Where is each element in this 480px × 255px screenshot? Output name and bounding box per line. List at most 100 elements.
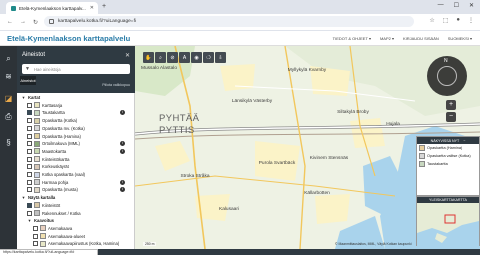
layer-checkbox[interactable] <box>27 156 32 162</box>
download-tool-icon[interactable]: ⇩ <box>215 52 226 63</box>
layer-checkbox[interactable] <box>27 125 32 131</box>
layer-label: Rakennukset / Kotka <box>42 210 81 216</box>
layer-label: Ortoilmakuva (MML) <box>42 141 80 147</box>
menu-dots-icon[interactable]: ⋮ <box>468 17 474 24</box>
layer-item[interactable]: Opaskartta (Kotka) <box>27 117 131 124</box>
pan-tool-icon[interactable]: ✋ <box>143 52 154 63</box>
layer-item[interactable]: Rakennukset / Kotka <box>27 210 131 217</box>
layer-item[interactable]: Karttasarja <box>27 102 131 109</box>
layer-checkbox[interactable] <box>33 225 38 231</box>
map-navigation-control[interactable]: N <box>427 56 467 96</box>
browser-tab[interactable]: Etelä-Kymenlaakson karttapalv... ✕ <box>6 2 98 14</box>
layer-item[interactable]: Opaskartta (musta) i <box>27 186 131 193</box>
layers-icon[interactable]: ≋ <box>4 72 13 81</box>
layer-checkbox[interactable] <box>27 164 32 170</box>
layer-list: ▾ Kartat Karttasarja Taustakartta i Opaskartt… <box>17 94 135 249</box>
menu-kieli[interactable]: SUOMEKSI ▾ <box>448 36 472 41</box>
close-window-button[interactable]: ✕ <box>469 2 474 9</box>
minimize-button[interactable]: — <box>438 2 444 9</box>
print-icon[interactable]: ⎙ <box>4 112 13 121</box>
layer-checkbox[interactable] <box>27 172 32 177</box>
visible-layer-row[interactable]: Opaskartta (Hamina) <box>417 144 479 152</box>
info-icon[interactable]: i <box>120 148 125 154</box>
info-icon[interactable]: i <box>120 141 125 147</box>
header-menu: TIEDOT & OHJEET ▾ MAP2 ▾ KIRJAUDU SISÄÄN… <box>333 36 472 41</box>
area-tool-icon[interactable]: ❍ <box>203 52 214 63</box>
visible-layer-label: Taustakartta <box>427 162 448 166</box>
layer-group-16[interactable]: ▾ Kaavoitus <box>27 217 131 224</box>
layer-checkbox[interactable] <box>27 187 32 193</box>
visible-layer-row[interactable]: Taustakartta <box>417 160 479 168</box>
back-button[interactable]: ← <box>7 19 13 25</box>
forward-button[interactable]: → <box>20 19 26 25</box>
info-icon[interactable]: i <box>120 110 125 116</box>
layer-item[interactable]: Maastokartta i <box>27 148 131 155</box>
close-tab-icon[interactable]: ✕ <box>90 5 94 11</box>
layer-item[interactable]: Harmaa pohja i <box>27 179 131 186</box>
visible-layer-label: Opaskartta (Hamina) <box>427 146 463 150</box>
info-icon[interactable]: i <box>120 179 125 185</box>
url-field[interactable]: karttapalvelu.kotka.fi/?uiLanguage=fi <box>44 16 414 27</box>
layer-checkbox[interactable] <box>27 210 32 216</box>
overview-map[interactable]: YLEISKARTTAKARTTA <box>416 196 480 246</box>
chevron-down-icon[interactable]: ▾ <box>21 195 26 201</box>
measure-tool-icon[interactable]: ⊘ <box>167 52 178 63</box>
reload-button[interactable]: ↻ <box>33 19 38 26</box>
layer-group-0[interactable]: ▾ Kartat <box>21 94 131 101</box>
layer-checkbox[interactable] <box>27 148 32 154</box>
layer-checkbox[interactable] <box>27 202 32 208</box>
menu-map2[interactable]: MAP2 ▾ <box>380 36 394 41</box>
panel-close-icon[interactable]: ✕ <box>125 52 130 59</box>
new-tab-button[interactable]: + <box>102 3 106 10</box>
layer-label: Asemakaavapiirustus (Kotka, Hamina) <box>48 241 120 247</box>
menu-kirjaudu[interactable]: KIRJAUDU SISÄÄN <box>403 36 439 41</box>
visible-layer-row[interactable]: Opaskartta valitse (Kotka) <box>417 152 479 160</box>
layer-item[interactable]: Kiinteistökartta <box>27 156 131 163</box>
layer-search-input[interactable]: ▼ Hae aineistoja <box>22 64 130 74</box>
layer-checkbox[interactable] <box>33 233 38 239</box>
layer-item[interactable]: Kiinteistöt <box>27 202 131 209</box>
layer-checkbox[interactable] <box>27 141 32 147</box>
collapse-icon[interactable]: − <box>463 139 465 143</box>
layer-item[interactable]: Opaskartta (Hamina) <box>27 133 131 140</box>
layer-item[interactable]: Korkeuskäyrät <box>27 163 131 170</box>
compass-ring-icon[interactable] <box>437 66 457 86</box>
layer-item[interactable]: Taustakartta i <box>27 109 131 116</box>
chevron-down-icon[interactable]: ▾ <box>27 218 32 224</box>
profile-icon[interactable]: ● <box>456 17 460 24</box>
chevron-down-icon[interactable]: ▾ <box>21 95 26 101</box>
layer-item[interactable]: Asemakaavapiirustus (Kotka, Hamina) <box>33 240 131 247</box>
layer-checkbox[interactable] <box>27 118 32 124</box>
zoom-tool-icon[interactable]: ⌕ <box>155 52 166 63</box>
menu-tiedot-ohjeet[interactable]: TIEDOT & OHJEET ▾ <box>333 36 371 41</box>
search-icon[interactable]: ⌕ <box>4 54 13 63</box>
layer-checkbox[interactable] <box>27 102 32 108</box>
layer-checkbox[interactable] <box>27 133 32 139</box>
text-tool-icon[interactable]: A <box>179 52 190 63</box>
zoom-in-button[interactable]: + <box>446 100 456 110</box>
layer-checkbox[interactable] <box>27 179 32 185</box>
layer-checkbox[interactable] <box>33 241 38 247</box>
info-icon[interactable]: i <box>120 187 125 193</box>
municipality-label: PYTTIS <box>159 125 195 136</box>
tab-aineistot[interactable]: Aineistot <box>20 76 36 85</box>
toggle-tree-link[interactable]: Piilota valikkopuu <box>102 83 130 87</box>
municipality-label: PYHTÄÄ <box>159 113 200 124</box>
extensions-icon[interactable]: ⬚ <box>443 17 449 24</box>
layer-checkbox[interactable] <box>27 110 32 116</box>
zoom-out-button[interactable]: − <box>446 112 456 122</box>
layer-item[interactable]: Asemakaava-alueet <box>33 233 131 240</box>
layer-group-13[interactable]: ▾ Näytä kartalla <box>21 194 131 201</box>
layer-item[interactable]: Opaskartta mv. (Kotka) <box>27 125 131 132</box>
map-view[interactable]: ✋ ⌕ ⊘ A ◉ ❍ ⇩ Mussalo Alastalo Myllykylä … <box>135 46 480 249</box>
point-tool-icon[interactable]: ◉ <box>191 52 202 63</box>
site-title[interactable]: Etelä-Kymenlaakson karttapalvelu <box>7 34 130 43</box>
layer-item[interactable]: Kotka opaskartta (vaal) <box>27 171 131 178</box>
maximize-button[interactable]: ☐ <box>454 2 459 9</box>
layer-label: Opaskartta (musta) <box>42 187 78 193</box>
layer-item[interactable]: Asemakaava <box>33 225 131 232</box>
share-icon[interactable]: ◪ <box>4 94 13 103</box>
tools-icon[interactable]: § <box>4 138 13 147</box>
layer-item[interactable]: Ortoilmakuva (MML) i <box>27 140 131 147</box>
bookmark-star-icon[interactable]: ☆ <box>429 17 434 24</box>
